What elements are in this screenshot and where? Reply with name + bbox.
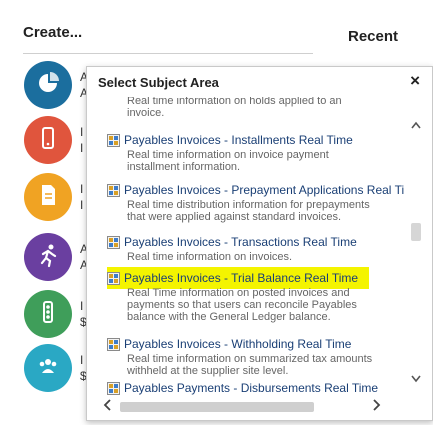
- subject-area-icon: [107, 183, 120, 197]
- subject-area-description: invoice.: [127, 107, 165, 119]
- runner-icon: [35, 242, 61, 273]
- scroll-left-icon[interactable]: [103, 398, 113, 415]
- subject-area-description: Real time information on summarized tax …: [127, 353, 373, 365]
- subject-area-label: Payables Invoices - Withholding Real Tim…: [124, 337, 352, 351]
- subject-area-description: Real time distribution information for p…: [127, 199, 370, 211]
- subject-area-icon: [107, 271, 120, 285]
- pie-chart-icon: [35, 70, 61, 101]
- subject-area-description: that were applied against standard invoi…: [127, 211, 342, 223]
- subject-area-title[interactable]: Payables Invoices - Withholding Real Tim…: [107, 337, 351, 351]
- tile-label-fragment: I I: [80, 182, 84, 212]
- subject-area-title[interactable]: Payables Invoices - Prepayment Applicati…: [107, 183, 404, 197]
- subject-area-description: withheld at the supplier site level.: [127, 365, 289, 377]
- document-icon: [35, 182, 61, 213]
- subject-area-description: payments so that users can reconcile Pay…: [127, 299, 357, 311]
- subject-area-icon: [107, 337, 120, 351]
- subject-area-description: Real time information on invoice payment: [127, 149, 329, 161]
- subject-area-icon: [107, 235, 120, 249]
- close-icon[interactable]: ×: [410, 72, 420, 90]
- subject-area-description: installment information.: [127, 161, 241, 173]
- subject-area-description: Real time information on invoices.: [127, 251, 293, 263]
- subject-area-label: Payables Invoices - Installments Real Ti…: [124, 133, 353, 147]
- create-heading: Create...: [23, 24, 83, 41]
- horizontal-scroll-thumb[interactable]: [120, 402, 314, 412]
- subject-area-label: Payables Invoices - Transactions Real Ti…: [124, 235, 357, 249]
- people-icon: [35, 353, 61, 384]
- tile-label-fragment: I I: [80, 125, 84, 155]
- subject-area-list[interactable]: Real time information on holds applied t…: [98, 97, 408, 397]
- subject-area-description: Real time information on holds applied t…: [127, 97, 342, 107]
- subject-area-title[interactable]: Payables Invoices - Trial Balance Real T…: [107, 271, 358, 285]
- subject-area-icon: [107, 381, 120, 395]
- subject-area-title[interactable]: Payables Invoices - Installments Real Ti…: [107, 133, 353, 147]
- subject-area-icon: [107, 133, 120, 147]
- create-tile-pie-chart-icon[interactable]: [24, 61, 72, 109]
- scroll-up-icon[interactable]: [409, 119, 423, 133]
- select-subject-area-dialog: Select Subject Area × Real time informat…: [86, 66, 433, 421]
- vertical-scroll-thumb[interactable]: [411, 223, 421, 241]
- vertical-scrollbar[interactable]: [409, 117, 423, 387]
- horizontal-scrollbar[interactable]: [98, 398, 394, 415]
- subject-area-description: Real Time information on posted invoices…: [127, 287, 350, 299]
- subject-area-title[interactable]: Payables Payments - Disbursements Real T…: [107, 381, 378, 395]
- create-tile-mobile-icon[interactable]: [24, 116, 72, 164]
- mobile-icon: [35, 125, 61, 156]
- subject-area-label: Payables Payments - Disbursements Real T…: [124, 381, 379, 395]
- subject-area-label: Payables Invoices - Prepayment Applicati…: [124, 183, 405, 197]
- subject-area-label: Payables Invoices - Trial Balance Real T…: [124, 271, 359, 285]
- recent-heading: Recent: [348, 28, 399, 45]
- traffic-light-icon: [35, 299, 61, 330]
- subject-area-title[interactable]: Payables Invoices - Transactions Real Ti…: [107, 235, 357, 249]
- scroll-down-icon[interactable]: [409, 373, 423, 387]
- create-tile-people-icon[interactable]: [24, 344, 72, 392]
- create-tile-runner-icon[interactable]: [24, 233, 72, 281]
- subject-area-description: balance with the General Ledger balance.: [127, 311, 331, 323]
- dialog-title: Select Subject Area: [98, 75, 219, 90]
- create-divider: [23, 53, 313, 54]
- create-tile-document-icon[interactable]: [24, 173, 72, 221]
- scroll-right-icon[interactable]: [371, 398, 381, 415]
- create-tile-traffic-light-icon[interactable]: [24, 290, 72, 338]
